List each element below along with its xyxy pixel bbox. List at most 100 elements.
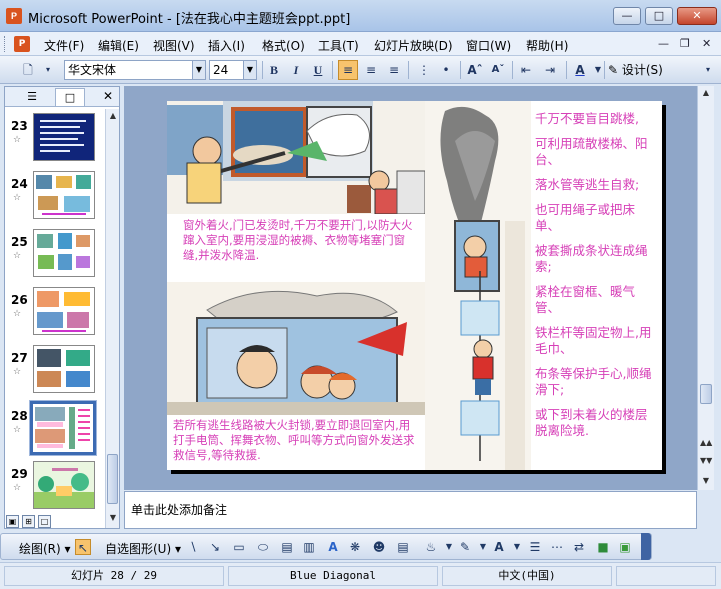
line-style-icon[interactable]: ☰ (527, 539, 543, 555)
close-icon[interactable]: ✕ (103, 89, 113, 103)
align-left-icon[interactable]: ≡ (338, 60, 358, 80)
font-size-combo[interactable]: 24 ▼ (209, 60, 257, 80)
increase-indent-icon[interactable]: ⇥ (540, 60, 560, 80)
increase-font-icon[interactable]: Aˆ (465, 60, 485, 80)
3d-style-icon[interactable]: ▣ (617, 539, 633, 555)
window-rescue-illustration[interactable] (167, 282, 425, 415)
draw-menu-button[interactable]: 绘图(R) ▾ (19, 540, 71, 557)
slide-thumbnail-29[interactable] (33, 461, 95, 509)
font-color-icon[interactable]: A (491, 539, 507, 555)
decrease-indent-icon[interactable]: ⇤ (516, 60, 536, 80)
autoshapes-button[interactable]: 自选图形(U) ▾ (105, 540, 181, 557)
slide-thumbnail-28[interactable] (29, 400, 97, 456)
scroll-up-icon[interactable]: ▲ (700, 88, 712, 97)
tab-slides[interactable]: □ (55, 88, 85, 106)
animation-star-icon: ☆ (13, 309, 22, 319)
next-slide-icon[interactable]: ▼▼ (700, 456, 712, 465)
slide-scrollbar[interactable]: ▲ ▲▲ ▼▼ ▼ (697, 86, 714, 490)
menu-slideshow[interactable]: 幻灯片放映(D) (374, 37, 453, 54)
scroll-thumb[interactable] (700, 384, 712, 404)
oval-tool-icon[interactable]: ⬭ (255, 539, 271, 555)
clipart-icon[interactable]: ☻ (371, 539, 387, 555)
bullet-list-icon[interactable]: • (436, 60, 456, 80)
diagram-icon[interactable]: ❋ (347, 539, 363, 555)
menu-edit[interactable]: 编辑(E) (98, 37, 139, 54)
arrow-style-icon[interactable]: ⇄ (571, 539, 587, 555)
dash-style-icon[interactable]: ⋯ (549, 539, 565, 555)
vertical-textbox-icon[interactable]: ▥ (301, 539, 317, 555)
animation-star-icon: ☆ (13, 251, 22, 261)
thumbnail-scrollbar[interactable]: ▲ ▼ (105, 109, 119, 528)
fire-door-illustration[interactable] (167, 101, 425, 214)
numbered-list-icon[interactable]: ⋮ (414, 60, 434, 80)
previous-slide-icon[interactable]: ▲▲ (700, 438, 712, 447)
bold-button[interactable]: B (264, 60, 284, 80)
underline-button[interactable]: U (308, 60, 328, 80)
line-tool-icon[interactable]: ∖ (185, 539, 201, 555)
menu-grip[interactable] (4, 36, 7, 52)
slide-thumbnail-23[interactable] (33, 113, 95, 161)
maximize-button[interactable]: □ (645, 7, 673, 25)
textbox-tool-icon[interactable]: ▤ (279, 539, 295, 555)
close-button[interactable]: ✕ (677, 7, 717, 25)
select-pointer-icon[interactable]: ↖ (75, 539, 91, 555)
scroll-thumb[interactable] (107, 454, 118, 504)
menu-format[interactable]: 格式(O) (262, 37, 305, 54)
scroll-down-icon[interactable]: ▼ (107, 513, 119, 522)
arrow-tool-icon[interactable]: ↘ (207, 539, 223, 555)
rope-escape-illustration[interactable] (425, 101, 531, 470)
chevron-down-icon[interactable]: ▼ (192, 61, 205, 79)
line-color-icon[interactable]: ✎ (457, 539, 473, 555)
menu-file[interactable]: 文件(F) (44, 37, 84, 54)
tab-outline[interactable]: ☰ (17, 88, 47, 106)
chevron-down-icon[interactable]: ▼ (243, 61, 256, 79)
notes-pane[interactable]: 单击此处添加备注 (124, 491, 697, 529)
caption-top[interactable]: 窗外着火,门已发烫时,千万不要开门,以防大火蹿入室内,要用浸湿的被褥、衣物等堵塞… (167, 214, 425, 280)
shadow-style-icon[interactable]: ■ (595, 539, 611, 555)
menu-view[interactable]: 视图(V) (153, 37, 195, 54)
font-name-combo[interactable]: 华文宋体 ▼ (64, 60, 206, 80)
escape-tips-text[interactable]: 千万不要盲目跳楼, 可利用疏散楼梯、阳台、 落水管等逃生自救; 也可用绳子或把床… (535, 111, 659, 448)
toolbar-options-icon[interactable]: ▾ (698, 60, 718, 80)
chevron-down-icon[interactable]: ▼ (509, 539, 525, 555)
slide-position-status: 幻灯片 28 / 29 (4, 566, 224, 586)
slide-thumbnail-27[interactable] (33, 345, 95, 393)
menu-window[interactable]: 窗口(W) (466, 37, 511, 54)
chevron-down-icon[interactable]: ▼ (588, 60, 608, 80)
doc-restore-button[interactable]: ❐ (680, 37, 690, 50)
design-button[interactable]: ✎ 设计(S) (608, 61, 663, 78)
chevron-down-icon[interactable]: ▼ (441, 539, 457, 555)
powerpoint-icon[interactable]: P (6, 8, 22, 24)
italic-button[interactable]: I (286, 60, 306, 80)
font-color-icon[interactable]: A (570, 60, 590, 80)
slide-thumbnail-24[interactable] (33, 171, 95, 219)
slide-canvas[interactable]: 窗外着火,门已发烫时,千万不要开门,以防大火蹿入室内,要用浸湿的被褥、衣物等堵塞… (167, 101, 662, 470)
wordart-icon[interactable]: A (325, 539, 341, 555)
doc-minimize-button[interactable]: — (658, 37, 669, 50)
slideshow-view-icon[interactable]: □ (38, 515, 51, 528)
menu-insert[interactable]: 插入(I) (208, 37, 245, 54)
slide-thumbnail-25[interactable] (33, 229, 95, 277)
fill-color-icon[interactable]: ♨ (423, 539, 439, 555)
toolbar-options-icon[interactable]: ▾ (38, 60, 58, 80)
toolbar-options-icon[interactable] (641, 533, 651, 560)
rectangle-tool-icon[interactable]: ▭ (231, 539, 247, 555)
menu-tools[interactable]: 工具(T) (318, 37, 359, 54)
slide-thumbnail-26[interactable] (33, 287, 95, 335)
align-center-icon[interactable]: ≡ (361, 60, 381, 80)
menu-help[interactable]: 帮助(H) (526, 37, 568, 54)
slides-pane: ☰ □ ✕ 23 ☆ 24 ☆ 25 ☆ 26 ☆ 27 ☆ 28 ☆ 29 ☆… (4, 86, 120, 529)
normal-view-icon[interactable]: ▣ (6, 515, 19, 528)
caption-bottom[interactable]: 若所有逃生线路被大火封锁,要立即退回室内,用打手电筒、挥舞衣物、呼叫等方式向窗外… (167, 415, 425, 470)
align-right-icon[interactable]: ≡ (384, 60, 404, 80)
minimize-button[interactable]: — (613, 7, 641, 25)
decrease-font-icon[interactable]: Aˇ (488, 60, 508, 80)
doc-close-button[interactable]: ✕ (702, 37, 711, 50)
document-icon[interactable]: P (14, 36, 30, 52)
scroll-up-icon[interactable]: ▲ (107, 111, 119, 120)
chevron-down-icon[interactable]: ▼ (475, 539, 491, 555)
picture-icon[interactable]: ▤ (395, 539, 411, 555)
slide-sorter-view-icon[interactable]: ⊞ (22, 515, 35, 528)
scroll-down-icon[interactable]: ▼ (700, 476, 712, 485)
new-document-icon[interactable]: 🗋 (18, 60, 38, 80)
